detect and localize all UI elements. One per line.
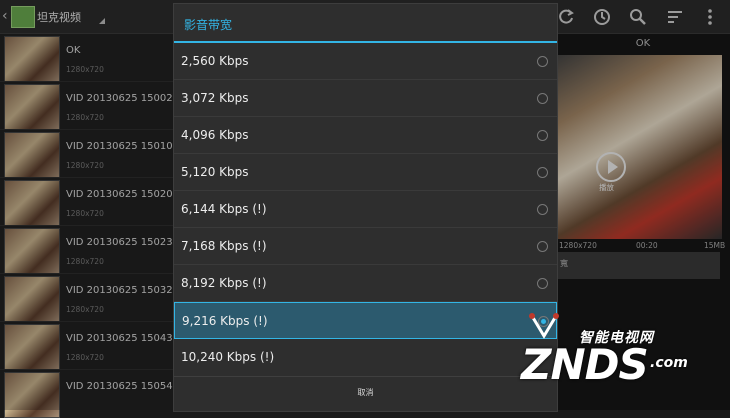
bandwidth-option[interactable]: 10,240 Kbps (!) bbox=[174, 339, 557, 376]
watermark-suffix: .com bbox=[650, 355, 688, 371]
znds-watermark-logo: 智能电视网 ZNDS .com bbox=[516, 312, 730, 410]
radio-button[interactable] bbox=[537, 93, 548, 104]
bandwidth-option-selected[interactable]: 9,216 Kbps (!) bbox=[174, 302, 557, 339]
option-label: 9,216 Kbps (!) bbox=[182, 314, 268, 328]
option-label: 3,072 Kbps bbox=[181, 91, 249, 105]
bandwidth-option[interactable]: 6,144 Kbps (!) bbox=[174, 191, 557, 228]
radio-button[interactable] bbox=[537, 130, 548, 141]
option-label: 6,144 Kbps (!) bbox=[181, 202, 267, 216]
cancel-button[interactable]: 取消 bbox=[174, 376, 557, 410]
radio-button[interactable] bbox=[537, 278, 548, 289]
bandwidth-option[interactable]: 3,072 Kbps bbox=[174, 80, 557, 117]
bandwidth-option[interactable]: 4,096 Kbps bbox=[174, 117, 557, 154]
option-label: 4,096 Kbps bbox=[181, 128, 249, 142]
bandwidth-option[interactable]: 8,192 Kbps (!) bbox=[174, 265, 557, 302]
radio-button[interactable] bbox=[537, 241, 548, 252]
option-label: 8,192 Kbps (!) bbox=[181, 276, 267, 290]
option-label: 10,240 Kbps (!) bbox=[181, 350, 275, 364]
radio-button[interactable] bbox=[537, 167, 548, 178]
dialog-title: 影音带宽 bbox=[184, 18, 233, 32]
bandwidth-option[interactable]: 2,560 Kbps bbox=[174, 43, 557, 80]
bandwidth-dialog: 影音带宽 2,560 Kbps 3,072 Kbps 4,096 Kbps 5,… bbox=[173, 3, 558, 412]
option-label: 7,168 Kbps (!) bbox=[181, 239, 267, 253]
bandwidth-option[interactable]: 5,120 Kbps bbox=[174, 154, 557, 191]
option-label: 5,120 Kbps bbox=[181, 165, 249, 179]
tv-antenna-icon bbox=[529, 313, 559, 339]
radio-button[interactable] bbox=[537, 204, 548, 215]
radio-button[interactable] bbox=[537, 56, 548, 67]
option-label: 2,560 Kbps bbox=[181, 54, 249, 68]
watermark-main: ZNDS bbox=[521, 340, 649, 389]
bandwidth-option[interactable]: 7,168 Kbps (!) bbox=[174, 228, 557, 265]
